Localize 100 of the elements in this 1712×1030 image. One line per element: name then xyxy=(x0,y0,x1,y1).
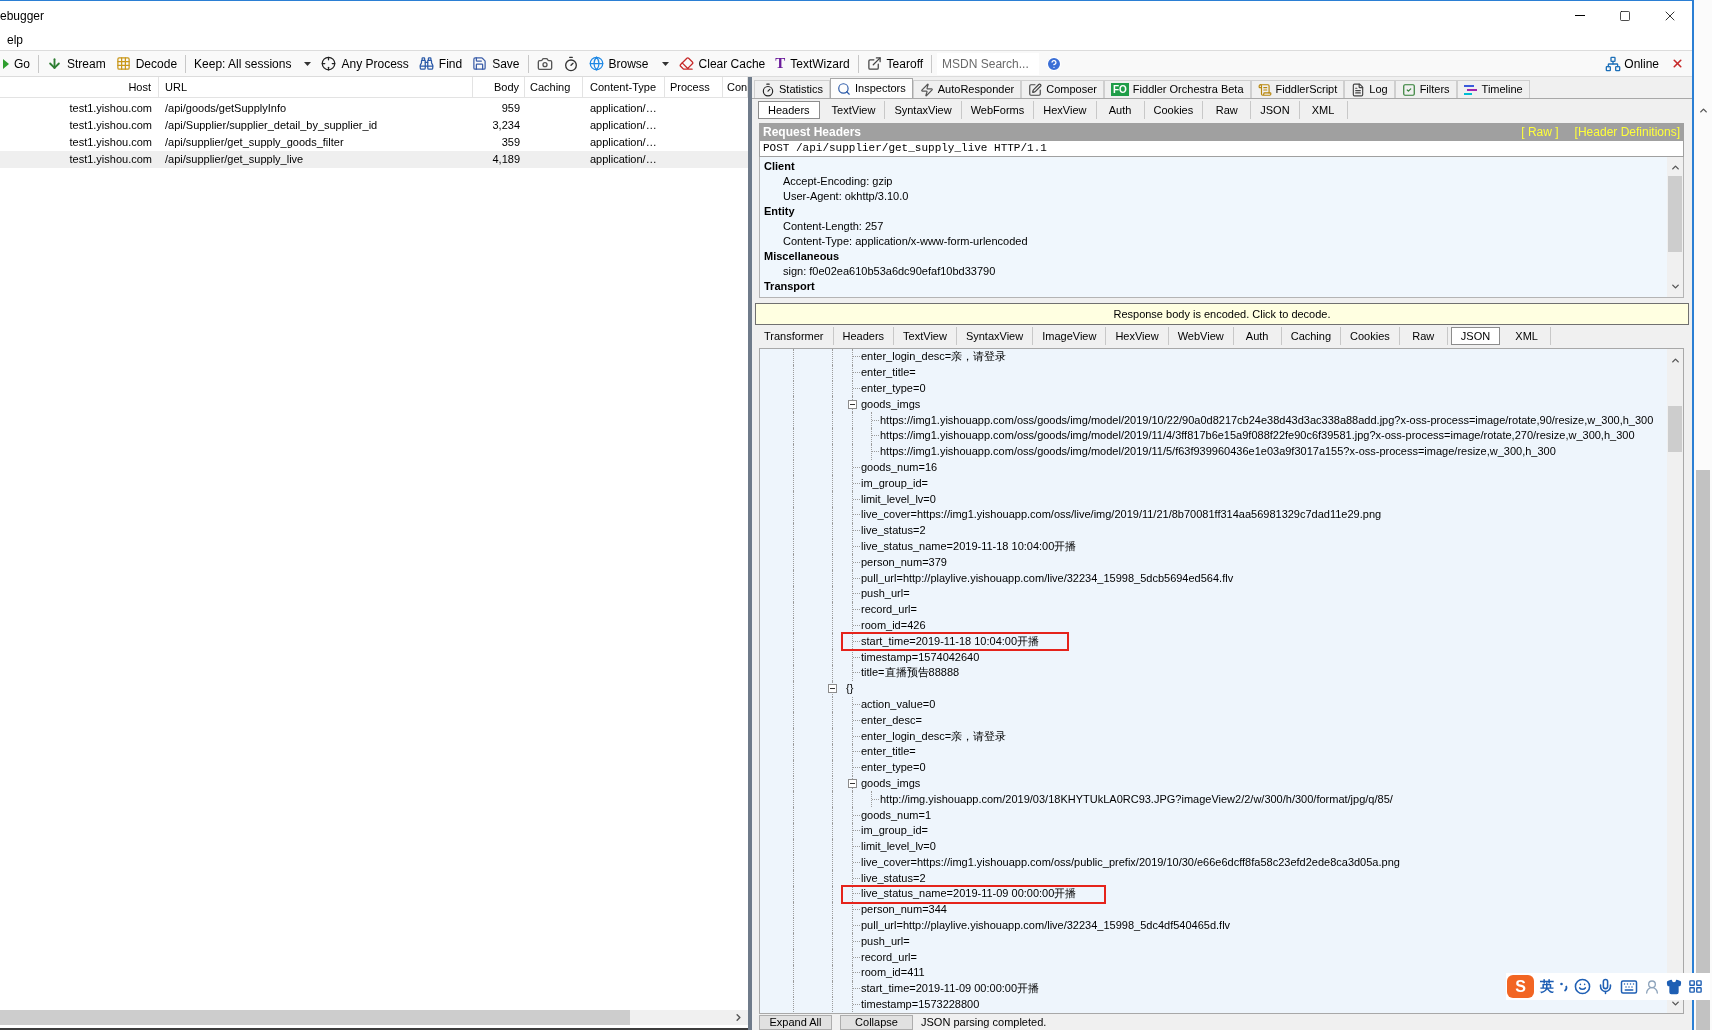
tree-node-label[interactable]: timestamp=1573228800 xyxy=(861,998,980,1012)
minus-box-icon[interactable] xyxy=(828,684,837,694)
dropdown-button[interactable]: Browse xyxy=(585,52,672,75)
view-tab[interactable]: Cookies xyxy=(1144,101,1204,119)
view-tab[interactable]: HexView xyxy=(1106,327,1169,345)
toolbar-button[interactable]: Save xyxy=(469,52,523,75)
view-tab[interactable]: HexView xyxy=(1034,101,1097,119)
column-header[interactable]: Host xyxy=(0,77,159,97)
tree-node-label[interactable]: https://img1.yishouapp.com/oss/goods/img/model/2019/10/22/90a0d8217cb24e38d43d3ac338a88add.jpg?x-oss-process=image/rotate,90/resize,w_300,h_300 xyxy=(880,413,1654,427)
tree-node-label[interactable]: limit_level_lv=0 xyxy=(861,492,936,506)
request-line-field[interactable]: POST /api/supplier/get_supply_live HTTP/1.1 xyxy=(759,140,1684,157)
tree-node-label[interactable]: person_num=344 xyxy=(861,903,947,917)
tree-node-label[interactable]: start_time=2019-11-18 10:04:00开播 xyxy=(861,634,1040,648)
view-tab[interactable]: Transformer xyxy=(755,327,834,345)
inspector-tab[interactable]: FO Fiddler Orchestra Beta xyxy=(1103,80,1251,98)
column-header[interactable]: Content-Type xyxy=(583,77,665,97)
view-tab[interactable]: Auth xyxy=(1233,327,1282,345)
header-line[interactable]: Content-Length: 257 xyxy=(783,220,884,233)
tree-node-label[interactable]: pull_url=http://playlive.yishouapp.com/live/32234_15998_5dc4df540465d.flv xyxy=(861,919,1231,933)
view-tab[interactable]: SyntaxView xyxy=(885,101,962,119)
tree-node-label[interactable]: enter_title= xyxy=(861,745,916,759)
view-tab[interactable]: Headers xyxy=(833,327,895,345)
tree-node-label[interactable]: goods_imgs xyxy=(861,776,921,790)
header-line[interactable]: User-Agent: okhttp/3.10.0 xyxy=(783,190,909,203)
tree-node-label[interactable]: enter_type=0 xyxy=(861,761,926,775)
grid-icon[interactable] xyxy=(1688,979,1703,994)
shirt-icon[interactable] xyxy=(1666,978,1682,995)
view-tab[interactable]: Raw xyxy=(1203,101,1252,119)
header-group-title[interactable]: Client xyxy=(764,160,795,173)
tree-node-label[interactable]: http://img.yishouapp.com/2019/03/18KHYTUkLA0RC93.JPG?imageView2/2/w/300/h/300/format/jpg/q/85/ xyxy=(880,792,1393,806)
header-group-title[interactable]: Transport xyxy=(764,280,815,293)
view-tab[interactable]: Headers xyxy=(758,101,820,119)
tree-node-label[interactable]: enter_type=0 xyxy=(861,382,926,395)
inspector-tab[interactable]: AutoResponder xyxy=(912,80,1022,98)
tree-node-label[interactable]: live_status_name=2019-11-09 00:00:00开播 xyxy=(861,887,1077,901)
scrollbar-thumb[interactable] xyxy=(1668,406,1682,452)
view-tab[interactable]: ImageView xyxy=(1033,327,1107,345)
column-header[interactable]: Body xyxy=(473,77,525,97)
notice-bar[interactable]: Response body is encoded. Click to decode. xyxy=(755,303,1689,325)
tree-node-label[interactable]: timestamp=1574042640 xyxy=(861,650,980,664)
session-row[interactable]: test1.yishou.com /api/supplier/get_supply_live 4,189 application/… xyxy=(0,151,748,168)
view-tab[interactable]: Raw xyxy=(1399,327,1448,345)
footer-button[interactable]: Expand All xyxy=(759,1014,832,1030)
view-tab[interactable]: TextView xyxy=(894,327,957,345)
tree-node-label[interactable]: action_value=0 xyxy=(861,697,936,711)
tree-node-label[interactable]: live_status=2 xyxy=(861,524,926,538)
inspector-tab[interactable]: Filters xyxy=(1394,80,1457,98)
ime-mode[interactable]: 英 xyxy=(1540,976,1554,997)
view-tab[interactable]: Caching xyxy=(1281,327,1342,345)
menu-item[interactable]: elp xyxy=(7,31,23,49)
inspector-tab[interactable]: Log xyxy=(1344,80,1395,98)
tree-node-label[interactable]: person_num=379 xyxy=(861,555,947,569)
view-tab[interactable]: SyntaxView xyxy=(956,327,1034,345)
toolbar-button[interactable]: Clear Cache xyxy=(675,52,769,75)
dropdown-button[interactable]: Keep: All sessions xyxy=(191,52,315,75)
toolbar-button[interactable]: T TextWizard xyxy=(772,52,853,75)
view-tab[interactable]: WebForms xyxy=(961,101,1035,119)
scroll-up-icon[interactable] xyxy=(1669,355,1681,366)
view-tab[interactable]: JSON xyxy=(1450,327,1501,345)
toolbar-button[interactable]: Stream xyxy=(44,52,109,75)
tree-node-label[interactable]: record_url= xyxy=(861,603,917,617)
toolbar-button[interactable]: Tearoff xyxy=(863,52,927,75)
scroll-down-icon[interactable] xyxy=(1669,998,1681,1009)
tree-node-label[interactable]: im_group_id= xyxy=(861,476,928,490)
scroll-up-icon[interactable] xyxy=(1669,162,1681,173)
column-header[interactable]: Process xyxy=(665,77,723,97)
view-tab[interactable]: WebView xyxy=(1168,327,1234,345)
tree-node-label[interactable]: live_cover=https://img1.yishouapp.com/oss/public_prefix/2019/10/30/e66e6dcff8fa58c23efd2ede8ca3d05a.png xyxy=(861,855,1400,869)
tree-node-label[interactable]: room_id=411 xyxy=(861,966,925,980)
tree-node-label[interactable]: title=直播预告88888 xyxy=(861,666,960,680)
tree-node-label[interactable]: enter_login_desc=亲，请登录 xyxy=(861,729,1007,743)
tree-node-label[interactable]: goods_imgs xyxy=(861,397,921,411)
scrollbar-thumb[interactable] xyxy=(0,1010,630,1025)
tree-node-label[interactable]: enter_desc= xyxy=(861,713,922,727)
minus-box-icon[interactable] xyxy=(848,778,857,788)
toolbar-button[interactable]: Any Process xyxy=(318,52,412,75)
tree-node-label[interactable]: goods_num=16 xyxy=(861,460,938,474)
scrollbar-thumb[interactable] xyxy=(1668,176,1682,252)
minus-box-icon[interactable] xyxy=(848,399,857,409)
view-tab[interactable]: JSON xyxy=(1251,101,1300,119)
header-group-title[interactable]: Entity xyxy=(764,205,795,218)
punctuation-icon[interactable] xyxy=(1560,981,1568,992)
scroll-right-icon[interactable] xyxy=(733,1012,744,1023)
tree-node-label[interactable]: record_url= xyxy=(861,950,917,964)
tree-node-label[interactable]: enter_title= xyxy=(861,366,916,380)
search-field[interactable]: MSDN Search... xyxy=(937,52,1040,75)
header-line[interactable]: sign: f0e02ea610b53a6dc90efaf10bd33790 xyxy=(783,265,996,278)
person-icon[interactable] xyxy=(1644,978,1660,995)
inspector-tab[interactable]: FiddlerScript xyxy=(1250,80,1345,98)
tree-node-label[interactable]: https://img1.yishouapp.com/oss/goods/img/model/2019/11/5/f63f939960436e1e03a9f3017a155?x-oss-process=image/resize,w_300,h_300 xyxy=(880,445,1556,459)
microphone-icon[interactable] xyxy=(1597,978,1614,995)
tree-node-label[interactable]: push_url= xyxy=(861,587,910,601)
tree-node-label[interactable]: limit_level_lv=0 xyxy=(861,840,936,854)
view-tab[interactable]: TextView xyxy=(822,101,886,119)
scroll-up-icon[interactable] xyxy=(1697,105,1709,116)
close-icon[interactable] xyxy=(1671,57,1684,70)
tree-node-label[interactable]: live_status_name=2019-11-18 10:04:00开播 xyxy=(861,539,1077,553)
tree-node-label[interactable]: push_url= xyxy=(861,934,910,948)
tree-node-label[interactable]: enter_login_desc=亲，请登录 xyxy=(861,350,1007,364)
tree-node-label[interactable]: https://img1.yishouapp.com/oss/goods/img/model/2019/11/4/3ff817b6e15a9f088f22fe90c6f39581.jpg?x-oss-process=image/rotate,270/resize,w_300,h_300 xyxy=(880,429,1635,443)
